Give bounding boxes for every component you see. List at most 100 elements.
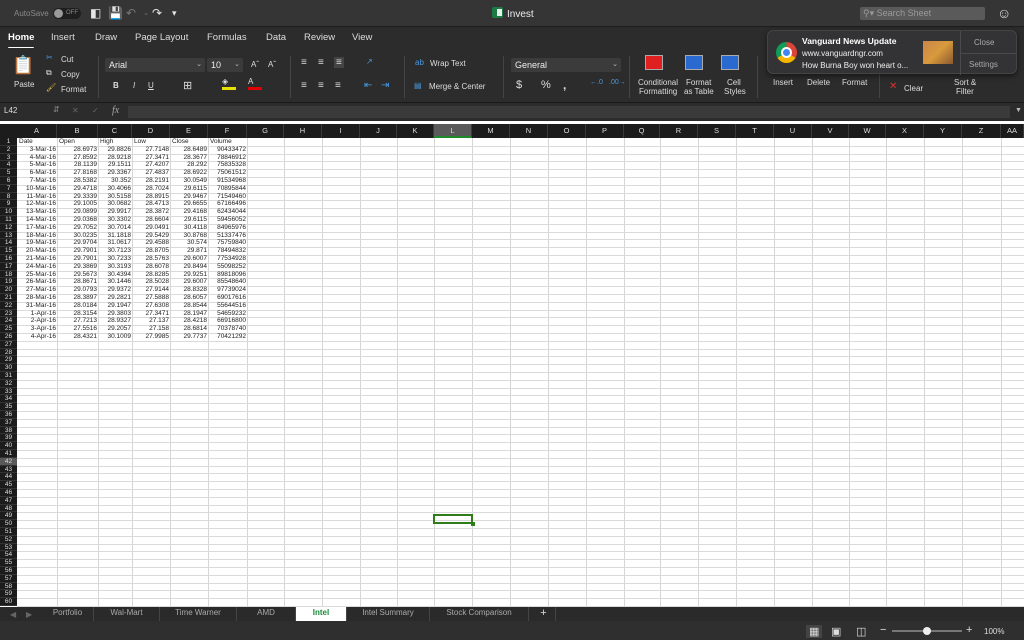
table-cell[interactable]: 27.5888 (134, 294, 170, 302)
table-cell[interactable]: 28.0184 (59, 302, 98, 310)
table-cell[interactable]: 14-Mar-16 (19, 216, 56, 224)
selected-cell-l42[interactable] (433, 514, 475, 526)
row-header-46[interactable]: 46 (0, 489, 17, 497)
column-header-k[interactable]: K (397, 124, 434, 138)
row-header-54[interactable]: 54 (0, 551, 17, 560)
table-cell[interactable]: 1-Apr-16 (19, 310, 56, 318)
table-cell[interactable]: 28.6814 (172, 325, 208, 333)
table-cell[interactable]: 29.871 (172, 247, 207, 255)
sheet-tab-intel[interactable]: Intel (296, 607, 347, 621)
table-cell[interactable]: 28.6973 (59, 146, 98, 154)
tab-review[interactable]: Review (304, 32, 335, 43)
table-cell[interactable]: 29.0899 (59, 208, 98, 216)
format-cells-button[interactable]: Format (842, 78, 867, 87)
table-cell[interactable]: 29.9251 (172, 271, 208, 279)
table-cell[interactable]: 29.7901 (59, 255, 98, 263)
table-cell[interactable]: 5-Mar-16 (19, 161, 56, 169)
table-cell[interactable]: 70378740 (210, 325, 246, 333)
row-header-41[interactable]: 41 (0, 450, 17, 458)
page-break-view-icon[interactable]: ◫ (856, 625, 866, 638)
header-cell[interactable]: Volume (210, 138, 246, 146)
row-header-56[interactable]: 56 (0, 567, 17, 575)
row-header-13[interactable]: 13 (0, 231, 17, 240)
zoom-out-button[interactable]: − (880, 624, 886, 636)
font-name-select[interactable]: Arial ⌄ (105, 58, 205, 72)
sheet-tab-stock-comparison[interactable]: Stock Comparison (430, 607, 529, 621)
table-cell[interactable]: 28.9218 (100, 154, 132, 162)
column-header-j[interactable]: J (360, 124, 397, 138)
row-header-7[interactable]: 7 (0, 184, 17, 193)
row-header-11[interactable]: 11 (0, 216, 17, 224)
table-cell[interactable]: 29.3803 (100, 310, 132, 318)
table-cell[interactable]: 25-Mar-16 (19, 271, 56, 279)
table-cell[interactable]: 78494832 (210, 247, 246, 255)
table-cell[interactable]: 91534968 (210, 177, 246, 185)
table-cell[interactable]: 27.5516 (59, 325, 98, 333)
table-cell[interactable]: 90433472 (210, 146, 246, 154)
table-cell[interactable]: 30.7123 (100, 247, 132, 255)
row-header-18[interactable]: 18 (0, 270, 17, 279)
table-cell[interactable]: 27.8168 (59, 169, 98, 177)
name-box[interactable]: L42 (4, 106, 17, 115)
column-header-h[interactable]: H (284, 124, 322, 138)
row-header-3[interactable]: 3 (0, 153, 17, 162)
table-cell[interactable]: 85548640 (210, 278, 246, 286)
row-header-5[interactable]: 5 (0, 169, 17, 177)
sheet-tab-time-warner[interactable]: Time Warner (160, 607, 237, 621)
table-cell[interactable]: 10-Mar-16 (19, 185, 56, 193)
row-header-2[interactable]: 2 (0, 145, 17, 154)
row-header-59[interactable]: 59 (0, 590, 17, 599)
table-cell[interactable]: 30.0549 (172, 177, 208, 185)
table-cell[interactable]: 29.8494 (172, 263, 208, 271)
table-cell[interactable]: 28.4218 (172, 317, 208, 325)
table-cell[interactable]: 27.7148 (134, 146, 170, 154)
table-cell[interactable]: 29.1947 (100, 302, 132, 310)
sidebar-icon[interactable]: ◧ (90, 7, 101, 20)
formula-input[interactable] (128, 106, 1010, 118)
table-cell[interactable]: 28.6057 (172, 294, 208, 302)
row-header-19[interactable]: 19 (0, 278, 17, 287)
table-cell[interactable]: 28.6078 (134, 263, 170, 271)
bold-button[interactable]: B (113, 81, 119, 90)
row-header-9[interactable]: 9 (0, 200, 17, 209)
row-header-38[interactable]: 38 (0, 426, 17, 435)
align-middle-button[interactable]: ≡ (318, 57, 324, 68)
table-cell[interactable]: 30.8768 (172, 232, 208, 240)
table-cell[interactable]: 27.9144 (134, 286, 170, 294)
enter-check-icon[interactable]: ✓ (92, 106, 99, 115)
row-header-24[interactable]: 24 (0, 317, 17, 326)
table-cell[interactable]: 29.9467 (172, 193, 208, 201)
align-bottom-button[interactable]: ≡ (334, 57, 344, 68)
select-all-button[interactable] (0, 124, 17, 138)
currency-button[interactable]: $ (516, 79, 522, 91)
align-center-button[interactable]: ≡ (318, 80, 324, 91)
row-header-4[interactable]: 4 (0, 161, 17, 170)
cancel-icon[interactable]: ✕ (72, 106, 79, 115)
table-cell[interactable]: 28.2191 (134, 177, 170, 185)
sheet-tab-wal-mart[interactable]: Wal-Mart (94, 607, 160, 621)
column-header-y[interactable]: Y (924, 124, 962, 138)
table-cell[interactable]: 66916800 (210, 317, 246, 325)
table-cell[interactable]: 28.3872 (134, 208, 170, 216)
decrease-decimal-button[interactable]: .00→ (609, 79, 626, 86)
row-header-12[interactable]: 12 (0, 223, 17, 232)
table-cell[interactable]: 19-Mar-16 (19, 239, 56, 247)
table-cell[interactable]: 27.4207 (134, 161, 170, 169)
column-header-aa[interactable]: AA (1001, 124, 1024, 138)
table-cell[interactable]: 30.1446 (100, 278, 132, 286)
table-cell[interactable]: 27.9985 (134, 333, 170, 341)
table-cell[interactable]: 28.8544 (172, 302, 208, 310)
column-header-a[interactable]: A (17, 124, 57, 138)
row-header-21[interactable]: 21 (0, 294, 17, 302)
row-header-6[interactable]: 6 (0, 177, 17, 185)
column-header-g[interactable]: G (247, 124, 284, 138)
table-cell[interactable]: 28.5382 (59, 177, 98, 185)
row-header-27[interactable]: 27 (0, 340, 17, 349)
table-cell[interactable]: 27.7213 (59, 317, 98, 325)
table-cell[interactable]: 3-Apr-16 (19, 325, 56, 333)
increase-indent-button[interactable]: ⇥ (381, 80, 389, 91)
table-cell[interactable]: 4-Mar-16 (19, 154, 56, 162)
zoom-in-button[interactable]: + (966, 624, 972, 636)
table-cell[interactable]: 70895844 (210, 185, 246, 193)
align-top-button[interactable]: ≡ (301, 57, 307, 68)
